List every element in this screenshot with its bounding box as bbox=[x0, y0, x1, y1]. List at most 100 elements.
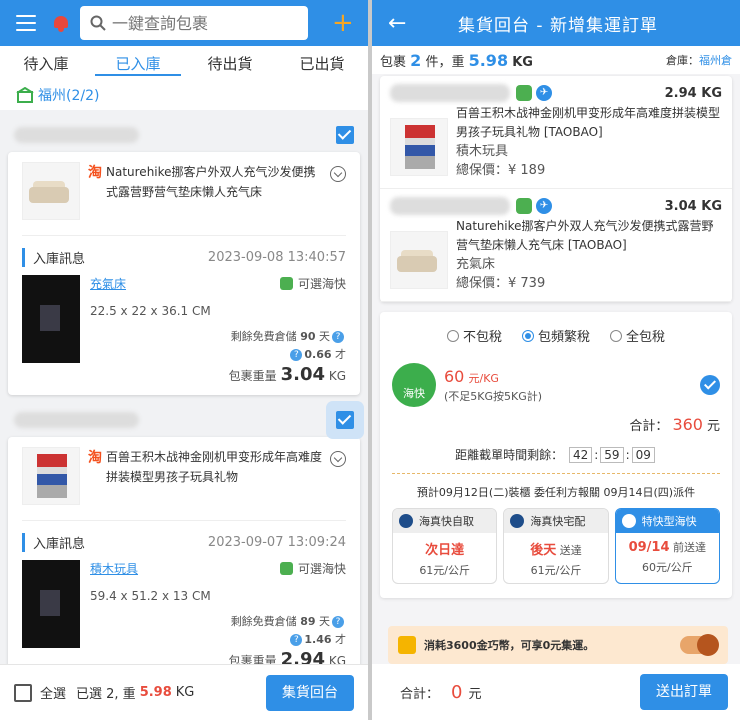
warehouse-filter[interactable]: 福州(2/2) bbox=[0, 80, 368, 110]
help-icon[interactable]: ? bbox=[332, 331, 344, 343]
product-row[interactable]: 淘 Naturehike挪客户外双人充气沙发便携式露营野营气垫床懒人充气床 bbox=[22, 162, 346, 236]
eta-text: 預計09月12日(二)裝櫃 委任利方報關 09月14日(四)派件 bbox=[416, 486, 696, 499]
coin-promo: 消耗3600金巧幣，可享0元集運。 bbox=[388, 626, 728, 664]
item-name-link[interactable]: 積木玩具 bbox=[90, 562, 138, 576]
product-name: Naturehike挪客户外双人充气沙发便携式露营野营气垫床懒人充气床 [TAO… bbox=[456, 219, 714, 252]
selected-summary: 已選 2, 重 bbox=[76, 687, 136, 702]
taobao-icon: 淘 bbox=[88, 450, 102, 466]
help-icon[interactable]: ? bbox=[290, 634, 303, 646]
plane-icon: ✈ bbox=[536, 85, 552, 101]
tracking-redacted bbox=[390, 197, 510, 215]
weight-unit: KG bbox=[175, 685, 195, 700]
tab-shipped[interactable]: 已出貨 bbox=[276, 46, 368, 80]
product-name: 百兽王积木战神金刚机甲变形成年高难度拼装模型男孩子玩具礼物 [TAOBAO] bbox=[456, 106, 721, 139]
order-total: 0 bbox=[451, 681, 463, 703]
product-name: Naturehike挪客户外双人充气沙发便携式露营野营气垫床懒人充气床 bbox=[106, 165, 316, 199]
plane-icon: ✈ bbox=[536, 198, 552, 214]
declared-value: 總保價：¥ 739 bbox=[456, 276, 546, 291]
chevron-down-icon[interactable] bbox=[330, 166, 346, 182]
delivery-option-pickup[interactable]: 海真快自取 次日達 61元/公斤 bbox=[392, 508, 498, 584]
tab-pending-shipment[interactable]: 待出貨 bbox=[184, 46, 276, 80]
warehouse-name: 福州倉 bbox=[699, 54, 732, 67]
check-icon[interactable] bbox=[700, 375, 720, 395]
add-icon[interactable]: + bbox=[332, 10, 354, 36]
coin-toggle[interactable] bbox=[680, 634, 719, 656]
delivery-option-express[interactable]: 特快型海快 09/14 前送達 60元/公斤 bbox=[614, 508, 720, 584]
package-photo[interactable] bbox=[22, 275, 80, 363]
coin-promo-text: 消耗3600金巧幣，可享0元集運。 bbox=[424, 639, 595, 652]
package-group: 淘 百兽王积木战神金刚机甲变形成年高难度拼装模型男孩子玩具礼物 入庫訊息 202… bbox=[0, 395, 368, 680]
sea-express-tag: 可選海快 bbox=[279, 275, 346, 292]
inbound-date: 2023-09-08 13:40:57 bbox=[207, 250, 346, 265]
shipping-options: 不包稅 包頻繁稅 全包稅 海快 60 元/KG (不足5KG按5KG計) 合計：… bbox=[380, 312, 732, 598]
dimensions: 59.4 x 51.2 x 13 CM bbox=[90, 589, 211, 603]
help-icon[interactable]: ? bbox=[332, 616, 344, 628]
product-thumbnail bbox=[22, 162, 80, 220]
category: 積木玩具 bbox=[456, 144, 509, 159]
package-checkbox[interactable] bbox=[336, 411, 354, 429]
taobao-icon: 淘 bbox=[88, 165, 102, 181]
search-input[interactable] bbox=[112, 13, 302, 33]
train-icon bbox=[516, 85, 532, 101]
truck-icon bbox=[510, 514, 525, 528]
search-box[interactable] bbox=[80, 6, 308, 40]
tax-option-frequent[interactable]: 包頻繁稅 bbox=[521, 326, 590, 345]
volume: ? 1.46 才 bbox=[90, 631, 346, 647]
train-icon bbox=[516, 198, 532, 214]
help-icon[interactable]: ? bbox=[290, 349, 303, 361]
train-icon bbox=[621, 514, 636, 528]
rate-note: (不足5KG按5KG計) bbox=[444, 389, 543, 403]
package-weight: 包裹重量 3.04 KG bbox=[228, 364, 346, 385]
product-thumbnail bbox=[390, 118, 448, 176]
order-bar: 合計： 0 元 送出訂單 bbox=[372, 664, 740, 720]
package-number-redacted bbox=[14, 127, 139, 143]
menu-icon[interactable] bbox=[16, 15, 36, 31]
inbound-date: 2023-09-07 13:09:24 bbox=[207, 535, 346, 550]
item-list: ✈ 2.94 KG 百兽王积木战神金刚机甲变形成年高难度拼装模型男孩子玩具礼物 … bbox=[380, 76, 732, 302]
submit-order-button[interactable]: 送出訂單 bbox=[640, 674, 728, 710]
total-weight: 5.98 bbox=[468, 50, 509, 70]
package-card: 淘 Naturehike挪客户外双人充气沙发便携式露营野营气垫床懒人充气床 入庫… bbox=[8, 152, 360, 395]
page-title: 集貨回台 - 新增集運訂單 bbox=[458, 15, 658, 36]
select-all-label[interactable]: 全選 bbox=[40, 683, 66, 702]
tracking-redacted bbox=[390, 84, 510, 102]
product-thumbnail bbox=[390, 231, 448, 289]
warehouse-icon bbox=[16, 87, 34, 103]
package-checkbox[interactable] bbox=[336, 126, 354, 144]
tab-pending-inbound[interactable]: 待入庫 bbox=[0, 46, 92, 80]
train-icon bbox=[279, 562, 293, 575]
delivery-option-home[interactable]: 海真快宅配 後天 送達 61元/公斤 bbox=[503, 508, 609, 584]
bell-icon[interactable] bbox=[52, 14, 70, 32]
sea-express-option[interactable]: 海快 60 元/KG (不足5KG按5KG計) bbox=[392, 363, 720, 407]
selected-weight: 5.98 bbox=[139, 685, 172, 700]
tax-option-none[interactable]: 不包稅 bbox=[446, 326, 502, 345]
product-name: 百兽王积木战神金刚机甲变形成年高难度拼装模型男孩子玩具礼物 bbox=[106, 450, 323, 484]
package-photo[interactable] bbox=[22, 560, 80, 648]
coin-bag-icon bbox=[398, 636, 416, 654]
back-arrow-icon[interactable]: ← bbox=[388, 11, 412, 36]
sea-express-tag: 可選海快 bbox=[279, 560, 346, 577]
total-label: 合計： bbox=[400, 686, 440, 702]
declared-value: 總保價：¥ 189 bbox=[456, 163, 546, 178]
product-row[interactable]: 淘 百兽王积木战神金刚机甲变形成年高难度拼装模型男孩子玩具礼物 bbox=[22, 447, 346, 521]
tab-inbound[interactable]: 已入庫 bbox=[92, 46, 184, 80]
list-item: ✈ 2.94 KG 百兽王积木战神金刚机甲变形成年高难度拼装模型男孩子玩具礼物 … bbox=[380, 76, 732, 189]
section-label: 入庫訊息 bbox=[22, 533, 85, 552]
cutoff-countdown: 距離截單時間剩餘： 42:59:09 bbox=[392, 446, 720, 474]
tax-option-all[interactable]: 全包稅 bbox=[610, 326, 665, 345]
package-group: 淘 Naturehike挪客户外双人充气沙发便携式露营野营气垫床懒人充气床 入庫… bbox=[0, 110, 368, 395]
dimensions: 22.5 x 22 x 36.1 CM bbox=[90, 304, 211, 318]
item-weight: 3.04 KG bbox=[664, 198, 722, 214]
section-label: 入庫訊息 bbox=[22, 248, 85, 267]
consolidate-button[interactable]: 集貨回台 bbox=[266, 674, 354, 711]
train-icon bbox=[279, 277, 293, 290]
package-list-screen: + 待入庫 已入庫 待出貨 已出貨 福州(2/2) 淘 Naturehike挪客… bbox=[0, 0, 368, 720]
select-all-checkbox[interactable] bbox=[14, 683, 32, 702]
item-name-link[interactable]: 充氣床 bbox=[90, 277, 126, 291]
chevron-down-icon[interactable] bbox=[330, 451, 346, 467]
truck-icon bbox=[399, 514, 413, 528]
order-summary: 包裹 2 件，重 5.98 KG 倉庫：福州倉 bbox=[372, 46, 740, 74]
sea-express-badge: 海快 bbox=[392, 363, 436, 407]
category: 充氣床 bbox=[456, 257, 496, 272]
top-bar: ← 集貨回台 - 新增集運訂單 bbox=[372, 0, 740, 46]
